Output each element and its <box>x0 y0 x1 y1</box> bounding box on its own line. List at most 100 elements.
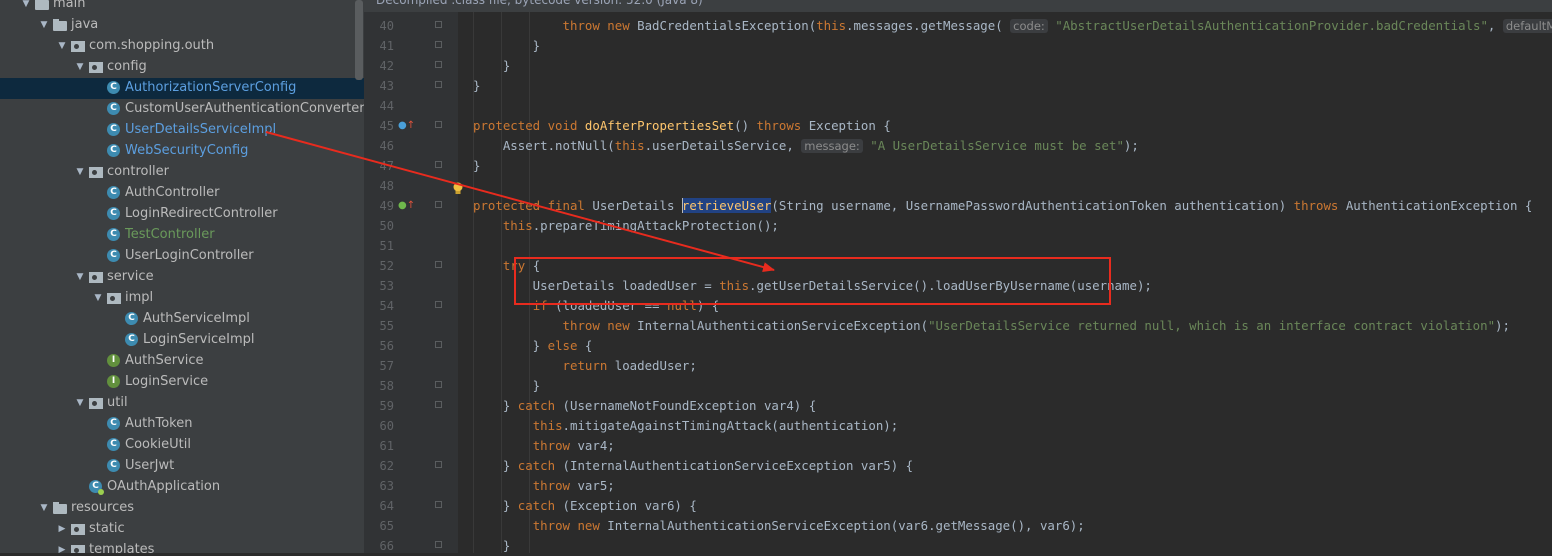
code-line[interactable]: 59 } catch (UsernameNotFoundException va… <box>364 396 1552 416</box>
fold-marker-icon[interactable] <box>435 261 442 268</box>
fold-marker-icon[interactable] <box>435 121 442 128</box>
tree-item[interactable]: C UserJwt <box>0 456 364 477</box>
tree-item[interactable]: ▼ config <box>0 57 364 78</box>
fold-marker-icon[interactable] <box>435 401 442 408</box>
code-line[interactable]: 56 } else { <box>364 336 1552 356</box>
tree-item[interactable]: C CustomUserAuthenticationConverter <box>0 99 364 120</box>
project-tree[interactable]: ▼ main ▼ java ▼ com.shopping.outh ▼ config C Auth… <box>0 0 364 553</box>
chevron-down-icon[interactable]: ▼ <box>75 271 85 283</box>
tree-item[interactable]: C AuthorizationServerConfig <box>0 78 364 99</box>
tree-item[interactable]: I AuthService <box>0 351 364 372</box>
tree-item[interactable]: ▶ static <box>0 519 364 540</box>
code-line[interactable]: 64 } catch (Exception var6) { <box>364 496 1552 516</box>
code-line[interactable]: 45 ●↑ protected void doAfterPropertiesSet(… <box>364 116 1552 136</box>
fold-marker-icon[interactable] <box>435 61 442 68</box>
code-line[interactable]: 60 this.mitigateAgainstTimingAttack(auth… <box>364 416 1552 436</box>
line-number: 66 <box>379 539 394 553</box>
tree-item[interactable]: C LoginRedirectController <box>0 204 364 225</box>
fold-marker-icon[interactable] <box>435 381 442 388</box>
code-line[interactable]: 63 throw var5; <box>364 476 1552 496</box>
tree-item-label: templates <box>89 542 155 553</box>
package-icon <box>71 524 85 535</box>
implement-gutter-icon[interactable]: ●↑ <box>398 200 415 212</box>
tree-item[interactable]: C WebSecurityConfig <box>0 141 364 162</box>
application-class-icon: C <box>89 480 104 495</box>
lightbulb-icon[interactable] <box>452 182 464 196</box>
tree-item[interactable]: ▼ impl <box>0 288 364 309</box>
tree-item[interactable]: ▼ java <box>0 15 364 36</box>
code-line[interactable]: 44 <box>364 96 1552 116</box>
code-line[interactable]: 53 UserDetails loadedUser = this.getUser… <box>364 276 1552 296</box>
tree-item[interactable]: ▼ main <box>0 0 364 15</box>
fold-marker-icon[interactable] <box>435 41 442 48</box>
chevron-down-icon[interactable]: ▼ <box>75 61 85 73</box>
tree-item[interactable]: ▼ service <box>0 267 364 288</box>
tree-item-label: UserJwt <box>125 458 175 473</box>
tree-item[interactable]: C AuthToken <box>0 414 364 435</box>
chevron-down-icon[interactable]: ▼ <box>75 166 85 178</box>
fold-marker-icon[interactable] <box>435 81 442 88</box>
fold-marker-icon[interactable] <box>435 21 442 28</box>
tree-item[interactable]: C OAuthApplication <box>0 477 364 498</box>
fold-marker-icon[interactable] <box>435 461 442 468</box>
fold-marker-icon[interactable] <box>435 501 442 508</box>
code-line[interactable]: 42 } <box>364 56 1552 76</box>
tree-item[interactable]: C UserLoginController <box>0 246 364 267</box>
chevron-down-icon[interactable]: ▼ <box>93 292 103 304</box>
chevron-down-icon[interactable]: ▼ <box>39 502 49 514</box>
code-line[interactable]: 50 this.prepareTimingAttackProtection(); <box>364 216 1552 236</box>
package-icon <box>107 293 121 304</box>
code-text: Assert.notNull(this.userDetailsService, … <box>473 138 1139 153</box>
fold-marker-icon[interactable] <box>435 341 442 348</box>
tree-item[interactable]: ▼ com.shopping.outh <box>0 36 364 57</box>
code-line[interactable]: 55 throw new InternalAuthenticationServi… <box>364 316 1552 336</box>
chevron-down-icon[interactable]: ▼ <box>39 19 49 31</box>
code-line[interactable]: 66 } <box>364 536 1552 556</box>
tree-item[interactable]: C AuthServiceImpl <box>0 309 364 330</box>
code-line[interactable]: 46 Assert.notNull(this.userDetailsServic… <box>364 136 1552 156</box>
tree-item[interactable]: I LoginService <box>0 372 364 393</box>
fold-marker-icon[interactable] <box>435 201 442 208</box>
package-icon <box>71 545 85 553</box>
chevron-right-icon[interactable]: ▶ <box>57 544 67 553</box>
code-line[interactable]: 49 ●↑ protected final UserDetails retrieve… <box>364 196 1552 216</box>
tree-item-label: AuthorizationServerConfig <box>125 80 297 95</box>
chevron-right-icon[interactable]: ▶ <box>57 523 67 535</box>
code-line[interactable]: 47} <box>364 156 1552 176</box>
tree-item[interactable]: ▼ resources <box>0 498 364 519</box>
code-line[interactable]: 40 throw new BadCredentialsException(thi… <box>364 16 1552 36</box>
tree-scrollbar[interactable] <box>355 0 363 80</box>
code-line[interactable]: 58 } <box>364 376 1552 396</box>
tree-item[interactable]: ▼ util <box>0 393 364 414</box>
fold-marker-icon[interactable] <box>435 541 442 548</box>
tree-item[interactable]: C TestController <box>0 225 364 246</box>
code-line[interactable]: 65 throw new InternalAuthenticationServi… <box>364 516 1552 536</box>
override-gutter-icon[interactable]: ●↑ <box>398 120 415 132</box>
code-line[interactable]: 52 try { <box>364 256 1552 276</box>
chevron-down-icon[interactable]: ▼ <box>21 0 31 10</box>
code-line[interactable]: 61 throw var4; <box>364 436 1552 456</box>
code-editor[interactable]: Decompiled .class file, bytecode version… <box>364 0 1552 553</box>
tree-item[interactable]: C AuthController <box>0 183 364 204</box>
chevron-down-icon[interactable]: ▼ <box>75 397 85 409</box>
chevron-down-icon[interactable]: ▼ <box>57 40 67 52</box>
code-text: } else { <box>473 338 593 353</box>
tree-item[interactable]: C CookieUtil <box>0 435 364 456</box>
code-line[interactable]: 48 <box>364 176 1552 196</box>
fold-marker-icon[interactable] <box>435 161 442 168</box>
tree-item[interactable]: ▼ controller <box>0 162 364 183</box>
code-text: } catch (InternalAuthenticationServiceEx… <box>473 458 914 473</box>
tree-item[interactable]: C LoginServiceImpl <box>0 330 364 351</box>
code-line[interactable]: 57 return loadedUser; <box>364 356 1552 376</box>
code-line[interactable]: 51 <box>364 236 1552 256</box>
tree-item[interactable]: C UserDetailsServiceImpl <box>0 120 364 141</box>
line-number: 48 <box>379 179 394 193</box>
tree-item-label: com.shopping.outh <box>89 38 215 53</box>
code-line[interactable]: 43} <box>364 76 1552 96</box>
tree-item[interactable]: ▶ templates <box>0 540 364 553</box>
fold-marker-icon[interactable] <box>435 301 442 308</box>
line-number: 54 <box>379 299 394 313</box>
code-line[interactable]: 54 if (loadedUser == null) { <box>364 296 1552 316</box>
code-line[interactable]: 41 } <box>364 36 1552 56</box>
code-line[interactable]: 62 } catch (InternalAuthenticationServic… <box>364 456 1552 476</box>
